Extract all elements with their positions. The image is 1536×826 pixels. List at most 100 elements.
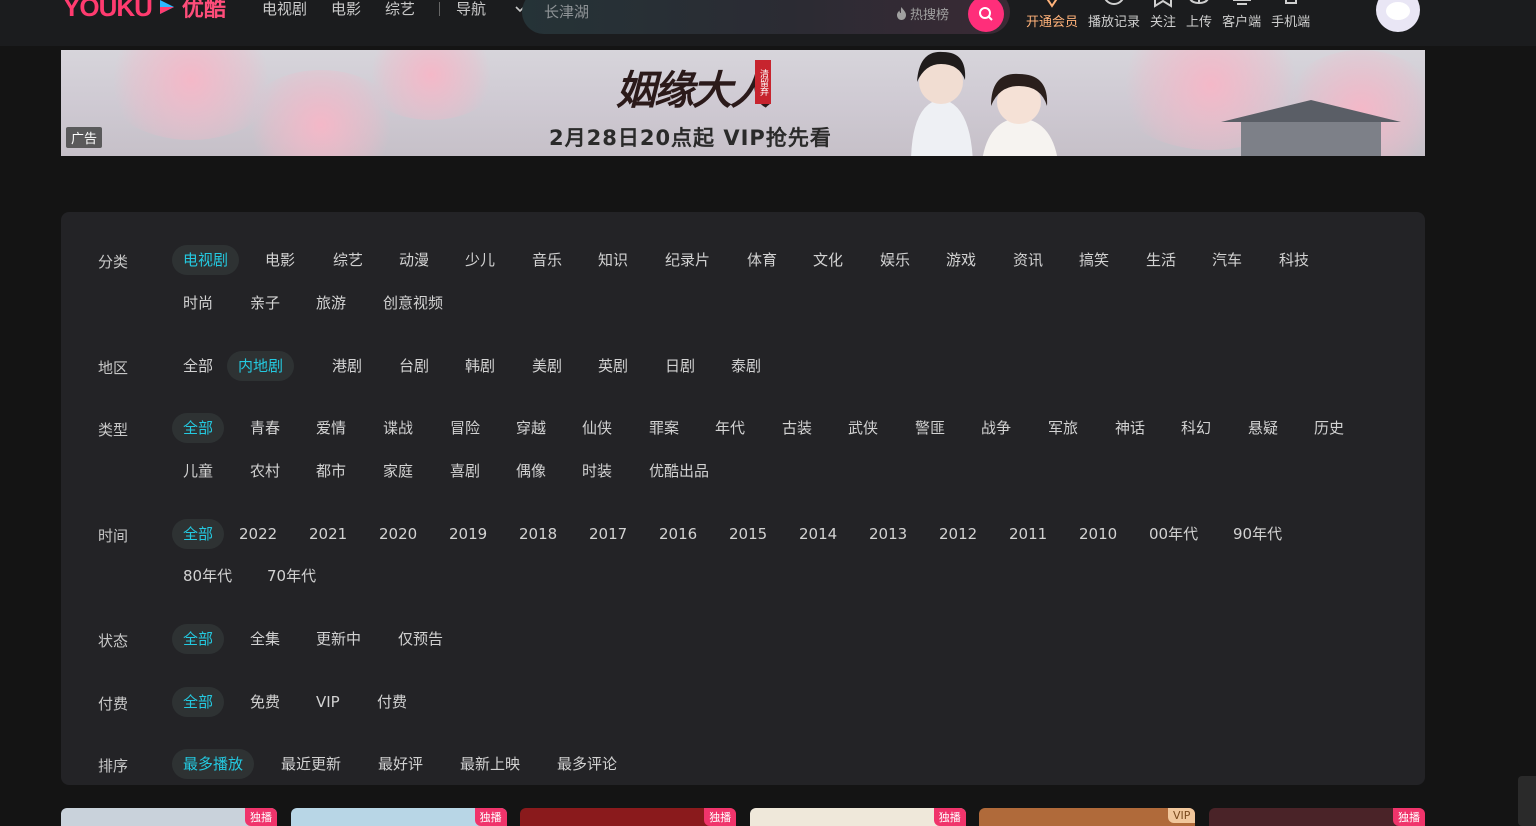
hot-search-link[interactable]: 热搜榜 <box>896 4 949 23</box>
filter-option-category[interactable]: 综艺 <box>322 245 374 275</box>
filter-option-category[interactable]: 科技 <box>1268 245 1320 275</box>
filter-option-year[interactable]: 2010 <box>1068 519 1128 549</box>
filter-option-genre[interactable]: 谍战 <box>372 413 424 443</box>
ad-banner[interactable]: 姻缘大人 清留弃 2月28日20点起 VIP抢先看 广告 <box>61 50 1425 156</box>
filter-option-genre[interactable]: 爱情 <box>305 413 357 443</box>
filter-option-status[interactable]: 全集 <box>239 624 291 654</box>
filter-option-category[interactable]: 体育 <box>736 245 788 275</box>
filter-option-category[interactable]: 创意视频 <box>372 288 454 318</box>
filter-option-category[interactable]: 搞笑 <box>1068 245 1120 275</box>
filter-option-genre[interactable]: 悬疑 <box>1237 413 1289 443</box>
filter-option-payment[interactable]: 免费 <box>239 687 291 717</box>
filter-option-region[interactable]: 台剧 <box>388 351 440 381</box>
filter-option-genre[interactable]: 仙侠 <box>571 413 623 443</box>
filter-option-category[interactable]: 旅游 <box>305 288 357 318</box>
filter-option-status[interactable]: 全部 <box>172 624 225 654</box>
filter-option-genre[interactable]: 军旅 <box>1037 413 1089 443</box>
filter-option-genre[interactable]: 罪案 <box>638 413 690 443</box>
filter-option-genre[interactable]: 都市 <box>305 456 357 486</box>
filter-option-category[interactable]: 知识 <box>587 245 639 275</box>
filter-option-genre[interactable]: 偶像 <box>505 456 557 486</box>
filter-option-genre[interactable]: 冒险 <box>439 413 491 443</box>
filter-option-region[interactable]: 内地剧 <box>227 351 295 381</box>
video-card[interactable]: 独播 <box>1209 808 1425 826</box>
filter-option-year[interactable]: 2016 <box>648 519 708 549</box>
filter-option-year[interactable]: 2012 <box>928 519 988 549</box>
filter-option-category[interactable]: 动漫 <box>388 245 440 275</box>
filter-option-payment[interactable]: 付费 <box>366 687 418 717</box>
filter-option-genre[interactable]: 儿童 <box>172 456 224 486</box>
filter-option-genre[interactable]: 战争 <box>970 413 1022 443</box>
filter-option-category[interactable]: 电影 <box>254 245 306 275</box>
filter-option-year[interactable]: 80年代 <box>172 561 243 591</box>
mobile-client-button[interactable]: 手机端 <box>1271 0 1310 30</box>
filter-option-genre[interactable]: 武侠 <box>837 413 889 443</box>
filter-option-genre[interactable]: 年代 <box>704 413 756 443</box>
filter-option-sort[interactable]: 最多播放 <box>172 749 255 779</box>
nav-item-variety[interactable]: 综艺 <box>385 0 415 19</box>
filter-option-sort[interactable]: 最新上映 <box>449 749 531 779</box>
filter-option-payment[interactable]: VIP <box>305 687 351 717</box>
filter-option-category[interactable]: 少儿 <box>454 245 506 275</box>
filter-option-region[interactable]: 美剧 <box>521 351 573 381</box>
youku-logo[interactable]: YOUKU 优酷 <box>63 0 226 22</box>
filter-option-genre[interactable]: 时装 <box>571 456 623 486</box>
filter-option-year[interactable]: 2021 <box>298 519 358 549</box>
search-button[interactable] <box>968 0 1004 32</box>
filter-option-region[interactable]: 泰剧 <box>720 351 772 381</box>
video-card[interactable]: 独播 <box>61 808 277 826</box>
filter-option-year[interactable]: 2014 <box>788 519 848 549</box>
video-card[interactable]: 独播 <box>290 808 507 826</box>
filter-option-category[interactable]: 生活 <box>1135 245 1187 275</box>
filter-option-genre[interactable]: 家庭 <box>372 456 424 486</box>
filter-option-category[interactable]: 娱乐 <box>869 245 921 275</box>
filter-option-region[interactable]: 港剧 <box>321 351 373 381</box>
filter-option-region[interactable]: 英剧 <box>587 351 639 381</box>
filter-option-status[interactable]: 更新中 <box>305 624 372 654</box>
filter-option-category[interactable]: 汽车 <box>1201 245 1253 275</box>
filter-option-year[interactable]: 2015 <box>718 519 778 549</box>
filter-option-genre[interactable]: 农村 <box>239 456 291 486</box>
filter-option-category[interactable]: 文化 <box>802 245 854 275</box>
video-card[interactable]: 独播 <box>749 808 966 826</box>
filter-option-genre[interactable]: 青春 <box>239 413 291 443</box>
filter-option-sort[interactable]: 最近更新 <box>270 749 352 779</box>
filter-option-category[interactable]: 纪录片 <box>654 245 721 275</box>
filter-option-year[interactable]: 2020 <box>368 519 428 549</box>
filter-option-sort[interactable]: 最多评论 <box>546 749 628 779</box>
video-card[interactable]: 独播 <box>520 808 737 826</box>
filter-option-category[interactable]: 时尚 <box>172 288 224 318</box>
history-button[interactable]: 播放记录 <box>1088 0 1140 30</box>
desktop-client-button[interactable]: 客户端 <box>1222 0 1261 30</box>
open-vip-button[interactable]: 开通会员 <box>1026 0 1078 30</box>
filter-option-genre[interactable]: 古装 <box>771 413 823 443</box>
scrollbar-thumb[interactable] <box>1518 776 1536 826</box>
filter-option-category[interactable]: 亲子 <box>239 288 291 318</box>
filter-option-category[interactable]: 资讯 <box>1002 245 1054 275</box>
filter-option-year[interactable]: 2011 <box>998 519 1058 549</box>
filter-option-year[interactable]: 2017 <box>578 519 638 549</box>
filter-option-year[interactable]: 70年代 <box>256 561 327 591</box>
filter-option-genre[interactable]: 历史 <box>1303 413 1355 443</box>
nav-item-movie[interactable]: 电影 <box>331 0 361 19</box>
filter-option-category[interactable]: 电视剧 <box>172 245 240 275</box>
filter-option-year[interactable]: 2019 <box>438 519 498 549</box>
filter-option-genre[interactable]: 神话 <box>1104 413 1156 443</box>
filter-option-region[interactable]: 全部 <box>172 351 224 381</box>
filter-option-year[interactable]: 90年代 <box>1222 519 1293 549</box>
filter-option-sort[interactable]: 最好评 <box>367 749 434 779</box>
filter-option-category[interactable]: 音乐 <box>521 245 573 275</box>
filter-option-payment[interactable]: 全部 <box>172 687 225 717</box>
user-avatar[interactable] <box>1376 0 1420 32</box>
filter-option-genre[interactable]: 优酷出品 <box>638 456 720 486</box>
filter-option-year[interactable]: 2013 <box>858 519 918 549</box>
video-card[interactable]: VIP <box>979 808 1196 826</box>
filter-option-category[interactable]: 游戏 <box>935 245 987 275</box>
filter-option-genre[interactable]: 科幻 <box>1170 413 1222 443</box>
filter-option-status[interactable]: 仅预告 <box>387 624 454 654</box>
filter-option-genre[interactable]: 警匪 <box>904 413 956 443</box>
filter-option-region[interactable]: 韩剧 <box>454 351 506 381</box>
filter-option-year[interactable]: 00年代 <box>1138 519 1209 549</box>
filter-option-genre[interactable]: 喜剧 <box>439 456 491 486</box>
filter-option-region[interactable]: 日剧 <box>654 351 706 381</box>
